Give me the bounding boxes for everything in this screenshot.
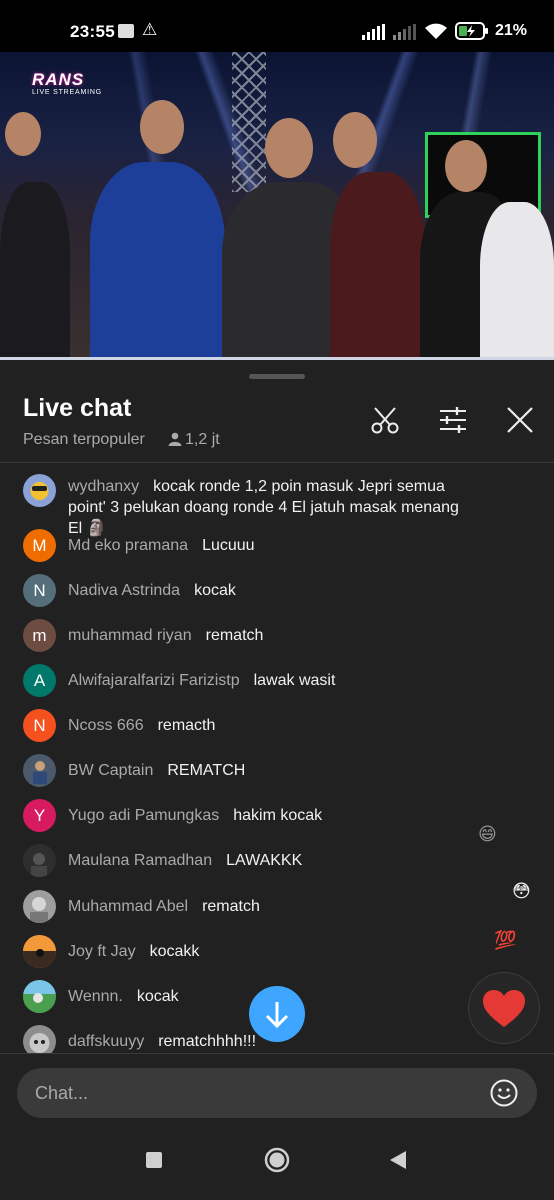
avatar[interactable]: M <box>23 529 56 562</box>
home-circle-icon[interactable] <box>264 1147 290 1173</box>
avatar[interactable] <box>23 935 56 968</box>
avatar[interactable]: A <box>23 664 56 697</box>
avatar[interactable]: Y <box>23 799 56 832</box>
avatar[interactable] <box>23 754 56 787</box>
message-text: kocak <box>194 582 236 599</box>
person-head <box>265 118 313 178</box>
person-silhouette <box>480 202 554 360</box>
reaction-emoji: 😄 <box>478 824 497 844</box>
message-text: LAWAKKK <box>226 852 303 869</box>
heart-icon <box>483 990 525 1027</box>
message-author[interactable]: Yugo adi Pamungkas <box>68 807 219 824</box>
live-chat-panel: Live chat Pesan terpopuler 1,2 jt wydhan… <box>0 360 554 1200</box>
warning-icon: ⚠ <box>142 20 158 39</box>
message-author[interactable]: Alwifajaralfarizi Farizistp <box>68 672 240 689</box>
avatar[interactable]: m <box>23 619 56 652</box>
scissors-icon[interactable] <box>369 404 401 436</box>
stage-truss <box>232 52 266 192</box>
recents-square-icon[interactable] <box>141 1147 167 1173</box>
reaction-emoji: 💯 <box>494 930 517 950</box>
message-author[interactable]: Nadiva Astrinda <box>68 582 180 599</box>
viewer-count-value: 1,2 jt <box>185 431 220 448</box>
status-bar: 23:55 ⚠ 21% <box>0 0 554 52</box>
arrow-down-icon <box>265 1002 289 1029</box>
person-silhouette <box>0 182 70 360</box>
person-head <box>333 112 377 168</box>
message-author[interactable]: wydhanxy <box>68 478 139 495</box>
input-divider <box>0 1053 554 1054</box>
message-author[interactable]: daffskuuyy <box>68 1033 144 1050</box>
header-divider <box>0 462 554 463</box>
chat-input[interactable]: Chat... <box>17 1068 537 1118</box>
message-author[interactable]: muhammad riyan <box>68 627 192 644</box>
viewer-count: 1,2 jt <box>168 431 220 449</box>
message-author[interactable]: Ncoss 666 <box>68 717 144 734</box>
scroll-to-bottom-button[interactable] <box>249 986 305 1042</box>
avatar[interactable] <box>23 890 56 923</box>
chat-input-placeholder: Chat... <box>35 1083 89 1103</box>
gallery-icon <box>118 24 134 38</box>
message-text: rematch <box>205 627 264 644</box>
message-text: kocak <box>136 988 179 1005</box>
person-icon <box>168 432 182 446</box>
person-silhouette <box>330 172 425 360</box>
message-text: Lucuuu <box>202 537 255 554</box>
battery-charging-icon <box>455 22 488 40</box>
avatar[interactable] <box>23 844 56 877</box>
chat-title: Live chat <box>23 394 132 422</box>
message-text: rematchhhh!!! <box>158 1033 257 1050</box>
person-silhouette <box>90 162 225 360</box>
message-author[interactable]: Md eko pramana <box>68 537 188 554</box>
status-time: 23:55 <box>70 22 115 41</box>
message-author[interactable]: BW Captain <box>68 762 153 779</box>
drag-handle[interactable] <box>249 374 305 379</box>
system-nav-bar <box>0 1120 554 1200</box>
signal-icon <box>393 24 416 40</box>
reaction-emoji: 😳 <box>512 881 531 901</box>
avatar[interactable]: N <box>23 709 56 742</box>
rans-logo: RANS LIVE STREAMING <box>32 70 102 96</box>
message-text: rematch <box>202 898 260 915</box>
wifi-icon <box>425 23 447 39</box>
back-triangle-icon[interactable] <box>386 1147 412 1173</box>
message-author[interactable]: Joy ft Jay <box>68 943 136 960</box>
message-author[interactable]: Muhammad Abel <box>68 898 188 915</box>
message-text: remacth <box>157 717 216 734</box>
avatar[interactable] <box>23 474 56 507</box>
message-text: kocakk <box>149 943 200 960</box>
chat-mode-selector[interactable]: Pesan terpopuler <box>23 431 145 449</box>
person-head <box>445 140 487 192</box>
live-video-player[interactable]: RANS LIVE STREAMING <box>0 52 554 360</box>
battery-percent: 21% <box>495 22 528 39</box>
smiley-icon[interactable] <box>489 1078 519 1108</box>
like-heart-button[interactable] <box>468 972 540 1044</box>
filter-sliders-icon[interactable] <box>437 404 469 436</box>
avatar[interactable] <box>23 980 56 1013</box>
person-head <box>140 100 184 154</box>
avatar[interactable]: N <box>23 574 56 607</box>
avatar[interactable] <box>23 1025 56 1053</box>
message-text: REMATCH <box>167 762 246 779</box>
person-head <box>5 112 41 156</box>
message-text: lawak wasit <box>253 672 336 689</box>
message-author[interactable]: Wennn. <box>68 988 123 1005</box>
signal-icon <box>362 24 385 40</box>
message-author[interactable]: Maulana Ramadhan <box>68 852 212 869</box>
message-text: hakim kocak <box>233 807 323 824</box>
close-icon[interactable] <box>504 404 536 436</box>
